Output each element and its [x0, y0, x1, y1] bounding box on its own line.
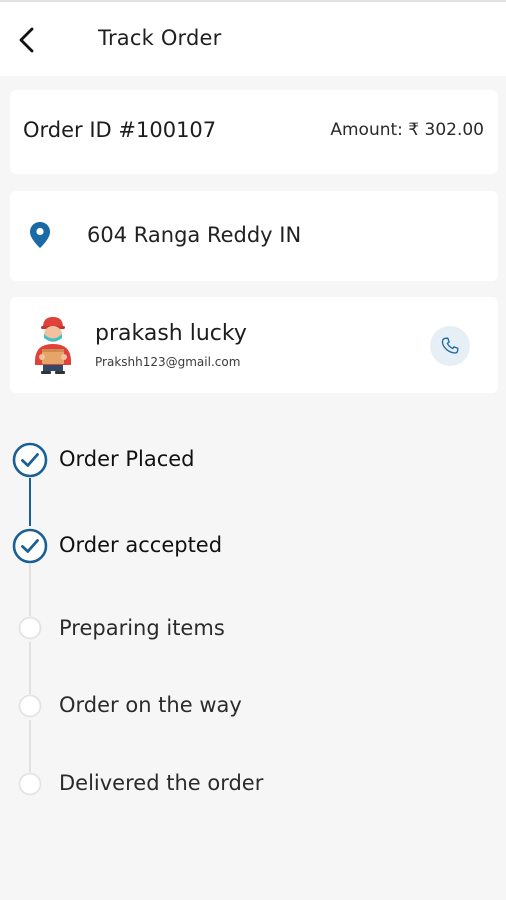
step-order-placed: Order Placed — [59, 447, 195, 471]
back-button[interactable] — [12, 22, 42, 58]
top-app-bar: Track Order — [0, 0, 506, 76]
page-title: Track Order — [98, 26, 222, 50]
step-order-on-the-way: Order on the way — [59, 693, 242, 717]
chevron-left-icon — [19, 27, 34, 53]
delivery-person-avatar — [35, 317, 71, 374]
timeline-connector — [29, 478, 31, 526]
timeline-connector — [29, 642, 31, 694]
address-text: 604 Ranga Reddy IN — [87, 223, 302, 247]
timeline-connector — [29, 564, 31, 616]
empty-circle-icon — [18, 616, 42, 640]
order-summary-card: Order ID #100107 Amount: ₹ 302.00 — [10, 90, 498, 174]
step-delivered-the-order: Delivered the order — [59, 771, 264, 795]
delivery-person-name: prakash lucky — [95, 321, 247, 346]
map-pin-icon — [30, 222, 50, 248]
delivery-person-card: prakash lucky Prakshh123@gmail.com — [10, 297, 498, 393]
empty-circle-icon — [18, 694, 42, 718]
phone-icon — [441, 337, 459, 354]
order-id: Order ID #100107 — [23, 118, 217, 142]
delivery-person-email: Prakshh123@gmail.com — [95, 355, 241, 369]
timeline-connector — [29, 720, 31, 772]
step-order-accepted: Order accepted — [59, 533, 223, 557]
delivery-address-card: 604 Ranga Reddy IN — [10, 191, 498, 281]
order-amount: Amount: ₹ 302.00 — [330, 120, 484, 140]
step-preparing-items: Preparing items — [59, 616, 225, 640]
check-circle-icon — [12, 528, 48, 564]
call-button[interactable] — [430, 326, 470, 366]
check-circle-icon — [12, 442, 48, 478]
empty-circle-icon — [18, 772, 42, 796]
